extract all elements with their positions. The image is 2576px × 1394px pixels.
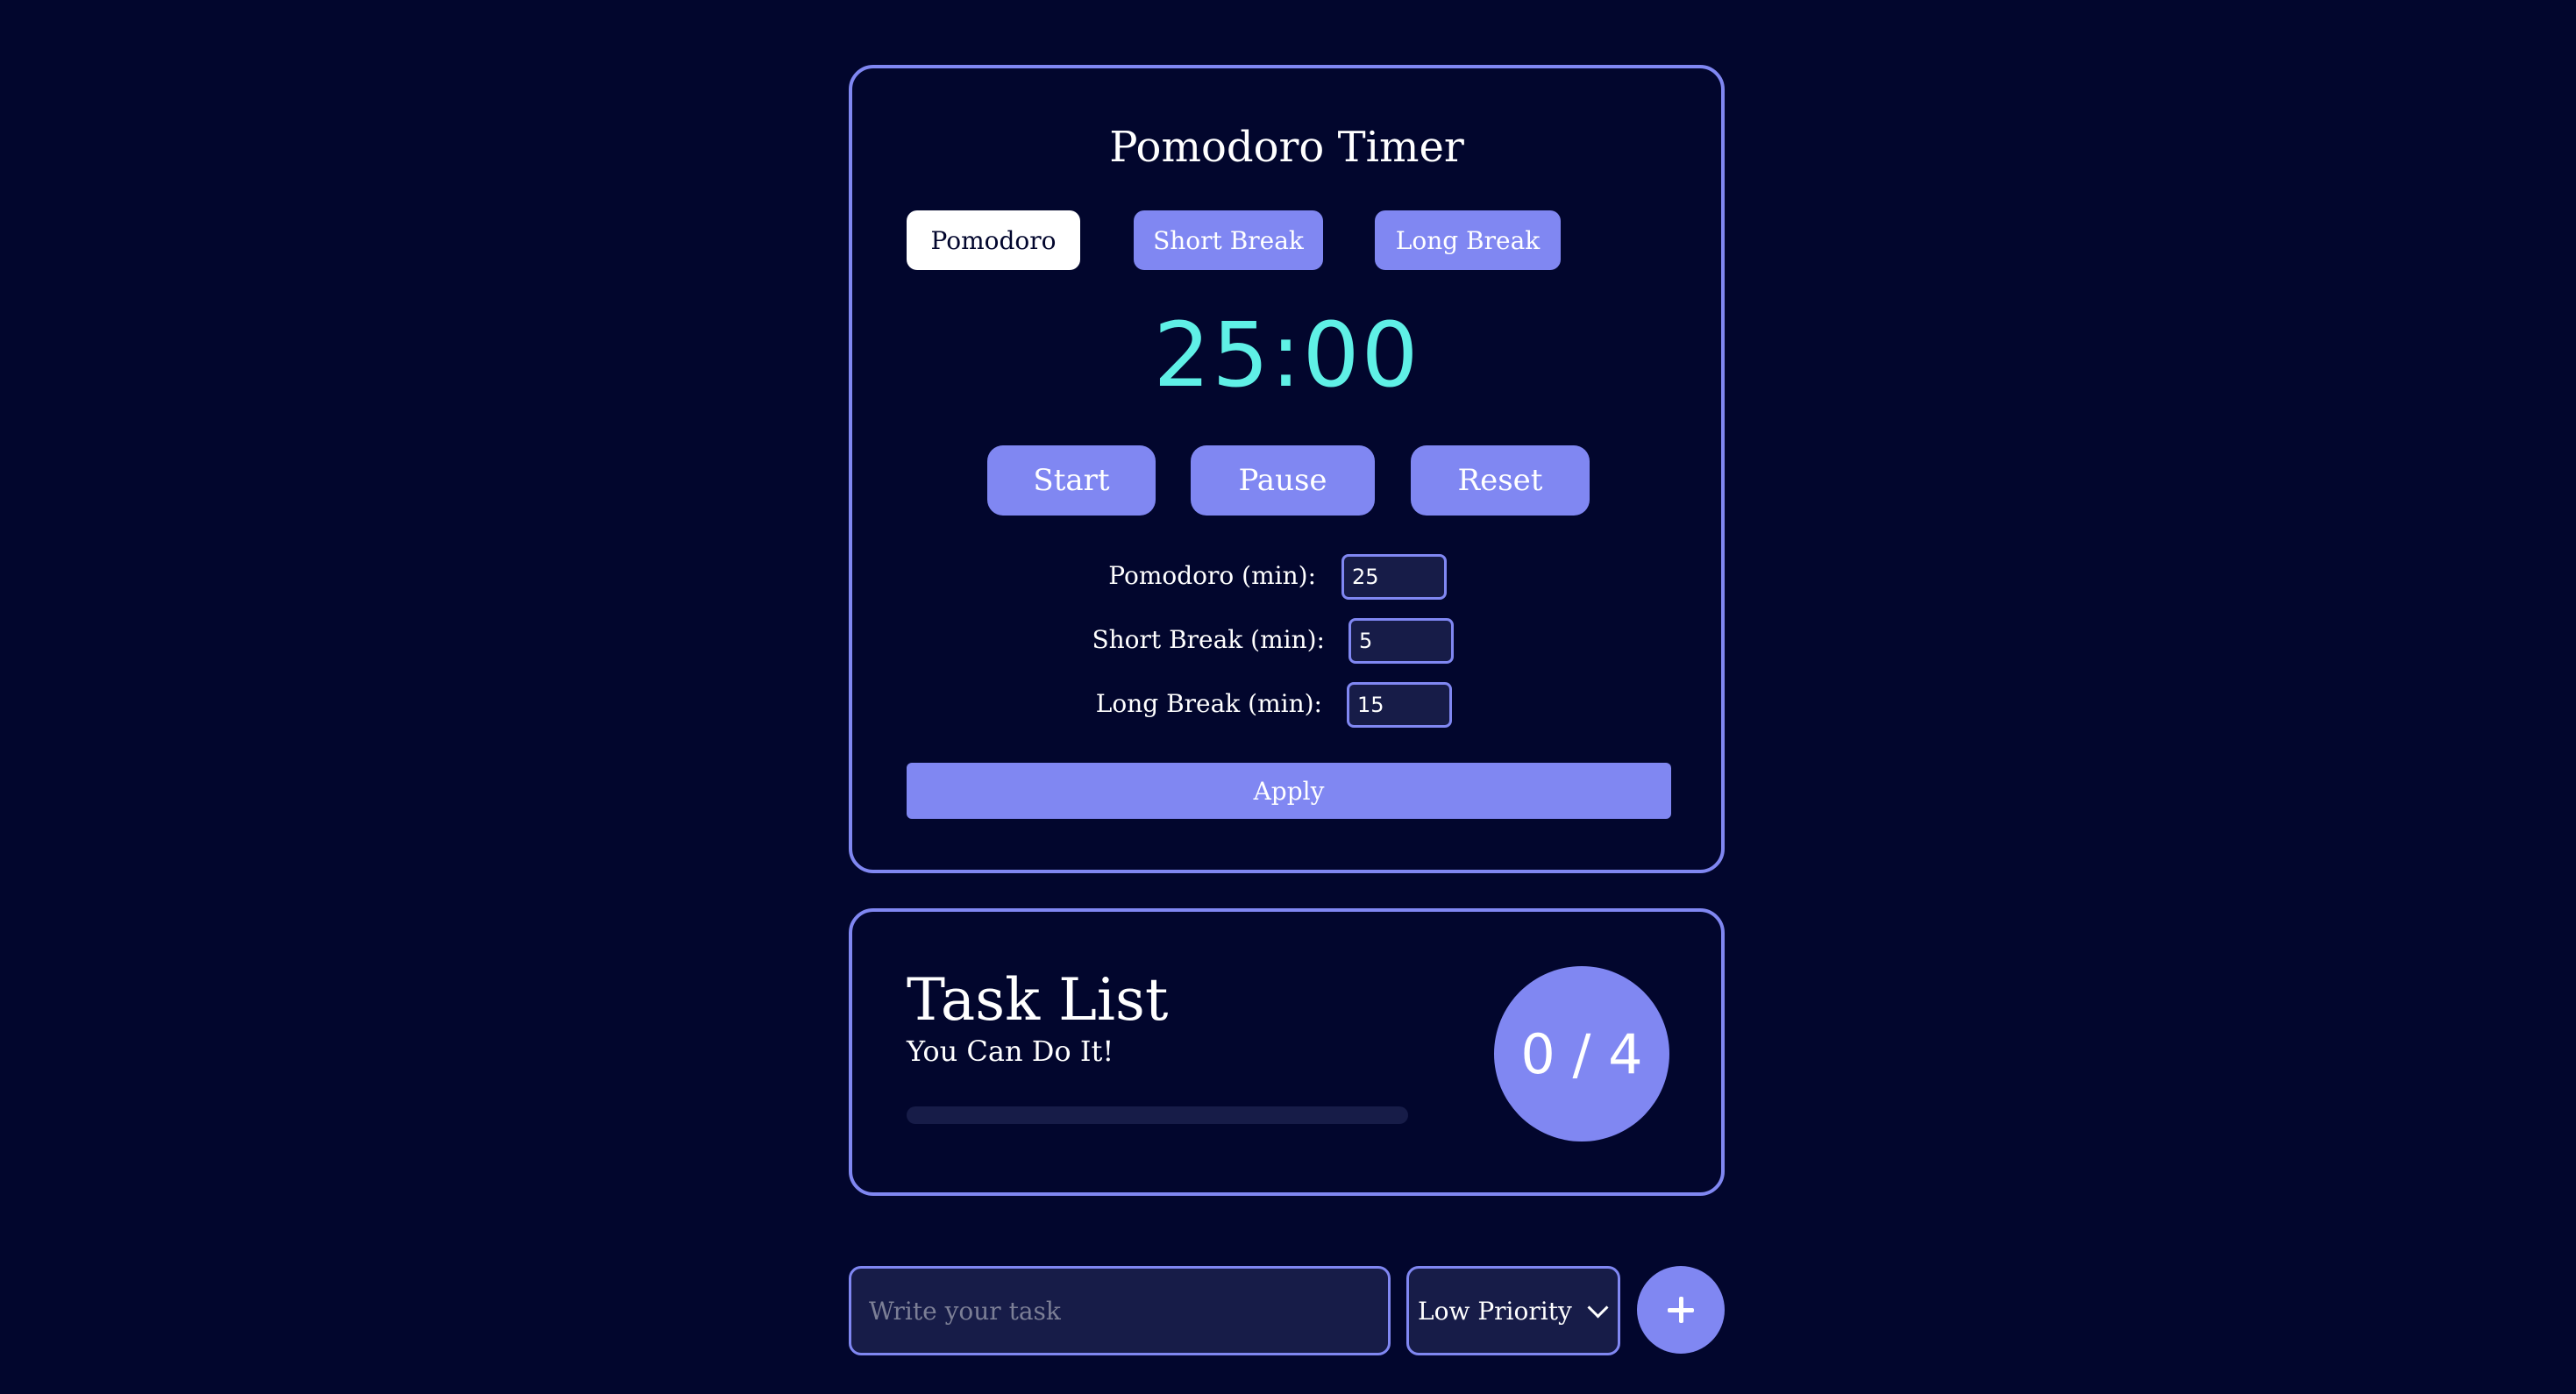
mode-pomodoro-button[interactable]: Pomodoro xyxy=(907,210,1080,270)
timer-title: Pomodoro Timer xyxy=(1109,123,1464,172)
chevron-down-icon xyxy=(1587,1296,1609,1319)
priority-select[interactable]: Low Priority xyxy=(1406,1266,1620,1355)
pause-button[interactable]: Pause xyxy=(1191,445,1375,516)
apply-button[interactable]: Apply xyxy=(907,763,1671,819)
task-progress-bar xyxy=(907,1106,1408,1124)
timer-card: Pomodoro Timer Pomodoro Short Break Long… xyxy=(849,65,1725,873)
add-task-button[interactable] xyxy=(1637,1266,1725,1354)
task-card: Task List You Can Do It! 0 / 4 xyxy=(849,908,1725,1196)
plus-icon xyxy=(1668,1297,1694,1323)
mode-short-break-button[interactable]: Short Break xyxy=(1134,210,1323,270)
task-input[interactable] xyxy=(849,1266,1391,1355)
time-display: 25:00 xyxy=(1153,303,1420,408)
pomodoro-minutes-input[interactable]: 25 xyxy=(1341,554,1447,600)
pomodoro-minutes-label: Pomodoro (min): xyxy=(1108,561,1316,590)
task-list-title: Task List xyxy=(907,966,1169,1034)
short-break-minutes-input[interactable]: 5 xyxy=(1348,618,1454,664)
short-break-minutes-label: Short Break (min): xyxy=(1092,625,1325,654)
task-count-badge: 0 / 4 xyxy=(1494,966,1669,1142)
mode-long-break-button[interactable]: Long Break xyxy=(1375,210,1561,270)
long-break-minutes-label: Long Break (min): xyxy=(1095,689,1322,718)
priority-select-value: Low Priority xyxy=(1418,1296,1572,1326)
reset-button[interactable]: Reset xyxy=(1411,445,1590,516)
start-button[interactable]: Start xyxy=(987,445,1156,516)
long-break-minutes-input[interactable]: 15 xyxy=(1347,682,1452,728)
task-list-subtitle: You Can Do It! xyxy=(907,1035,1114,1068)
